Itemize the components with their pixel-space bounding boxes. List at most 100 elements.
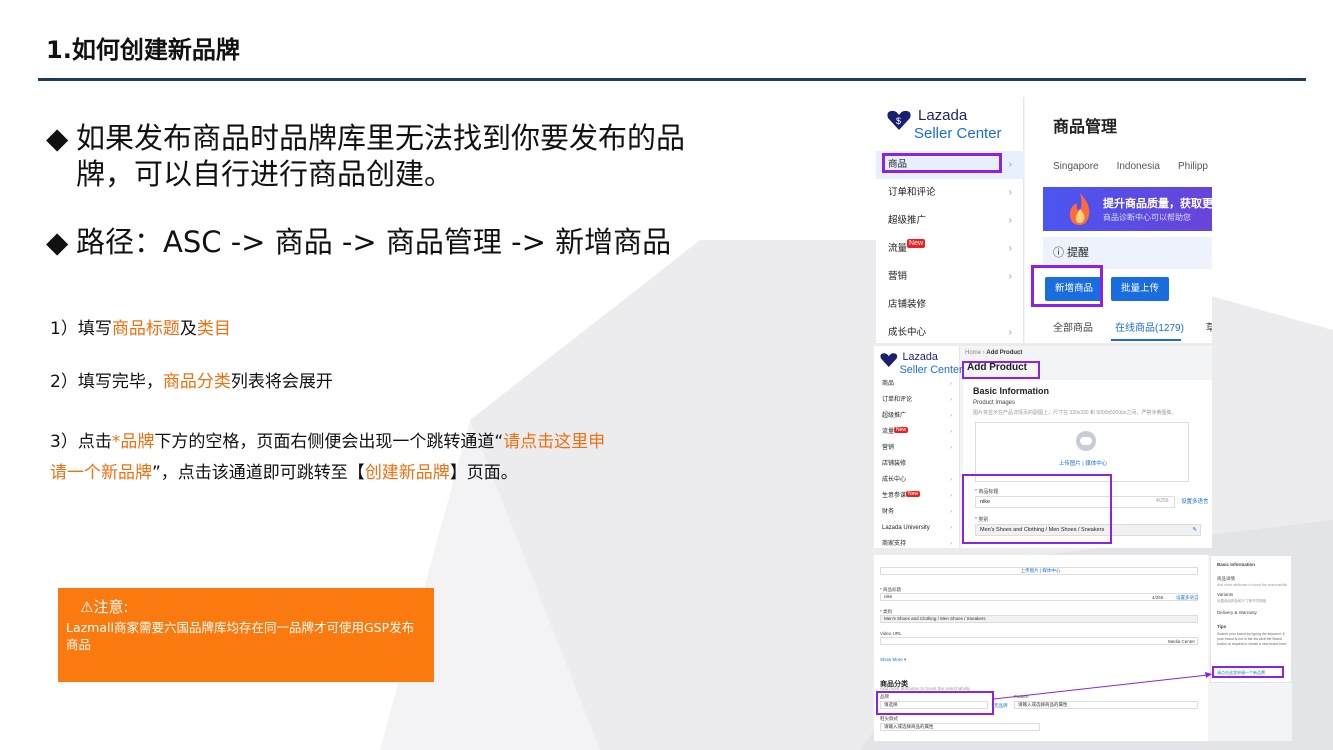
sidebar-item[interactable]: 生意参谋 New › [874, 488, 960, 504]
sidebar: $ Lazada Seller Center 商品 › 订单和评论 › 超级推广 › … [876, 97, 1024, 343]
diamond-bullet-icon: ◆ [46, 225, 69, 259]
sidebar-item-label: 超级推广 [888, 215, 927, 226]
sidebar-item-growth[interactable]: 成长中心 › [876, 319, 1024, 343]
screenshot-product-management: $ Lazada Seller Center 商品 › 订单和评论 › 超级推广 › … [876, 97, 1212, 343]
tab-singapore[interactable]: Singapore [1053, 161, 1099, 172]
sidebar-item[interactable]: 商家支持 › [874, 536, 960, 548]
highlight-box-add-product [1031, 265, 1103, 307]
sidebar-item-traffic[interactable]: 流量 New › [876, 235, 1024, 263]
lazada-heart-icon [880, 353, 898, 367]
image-upload-area[interactable]: 上传图片 | 媒体中心 [975, 422, 1189, 482]
sidebar-item[interactable]: 订单和评论 › [874, 392, 960, 408]
bullet1-line1: 如果发布商品时品牌库里无法找到你要发布的品 [76, 121, 686, 155]
chevron-right-icon: › [950, 445, 952, 451]
screenshot-product-category: 上传图片 | 媒体中心 * 商品标题 nike 4/255 设置多语言 * 类别… [874, 555, 1292, 741]
step-3: 3）点击*品牌下方的空格，页面右侧便会出现一个跳转通道“请点击这里申请一个新品牌… [50, 427, 610, 489]
sidebar: Lazada Seller Center 商品 › 订单和评论 › 超级推广 › 流量… [874, 346, 963, 548]
sidebar-item-marketing[interactable]: 营销 › [876, 263, 1024, 291]
tab-philippines[interactable]: Philipp [1178, 161, 1208, 172]
sidebar-item-label: 订单和评论 [888, 187, 936, 198]
step-1: 1）填写商品标题及类目 [50, 316, 231, 342]
sidebar-item[interactable]: 成长中心 › [874, 472, 960, 488]
sidebar-item-label: 商家支持 [882, 541, 907, 547]
tab-drafts[interactable]: 草 [1206, 323, 1212, 334]
tab-all-products[interactable]: 全部商品 [1053, 323, 1093, 334]
product-tabs: 全部商品 在线商品(1279) 草 [1053, 319, 1212, 334]
chevron-right-icon: › [1008, 187, 1012, 198]
chevron-right-icon: › [950, 413, 952, 419]
sidebar-item[interactable]: 超级推广 › [874, 408, 960, 424]
edit-icon[interactable]: ✎ [1192, 525, 1197, 535]
sidebar-item[interactable]: Lazada University › [874, 520, 960, 536]
images-hint: 图片将显示在产品详情页的副图上，尺寸在 330x330 和 5000x5000p… [973, 410, 1177, 416]
chevron-right-icon: › [1008, 159, 1012, 170]
sidebar-item-label: 订单和评论 [882, 397, 913, 403]
bullet-brand-creation: ◆ 如果发布商品时品牌库里无法找到你要发布的品 牌，可以自行进行商品创建。 [46, 120, 806, 192]
step3-text-end: 】页面。 [449, 463, 518, 483]
step3-text-mid: 下方的空格，页面右侧便会出现一个跳转通道“ [154, 432, 504, 452]
note-title-text: 注意: [93, 598, 129, 616]
banner-title: 提升商品质量，获取更 [1103, 198, 1212, 210]
step1-highlight-title: 商品标题 [111, 319, 180, 339]
active-tab-indicator [1111, 339, 1181, 341]
sidebar-item-label: 成长中心 [888, 327, 927, 338]
quality-banner[interactable]: 提升商品质量，获取更 商品诊断中心可以帮助您 [1043, 187, 1212, 231]
bullet2-text: 路径：ASC -> 商品 -> 商品管理 -> 新增商品 [76, 225, 672, 259]
tab-indonesia[interactable]: Indonesia [1117, 161, 1160, 172]
sidebar-item[interactable]: 营销 › [874, 440, 960, 456]
sidebar-item[interactable]: 财务 › [874, 504, 960, 520]
chevron-right-icon: › [950, 397, 952, 403]
country-tabs: Singapore Indonesia Philipp [1053, 161, 1212, 172]
step1-text: 1）填写 [50, 319, 112, 339]
note-body: Lazmall商家需要六国品牌库均存在同一品牌才可使用GSP发布商品 [66, 620, 415, 652]
batch-upload-button[interactable]: 批量上传 [1111, 277, 1169, 301]
new-badge: New [894, 427, 909, 433]
logo-text-seller-center: Seller Center [899, 363, 963, 376]
banner-subtitle: 商品诊断中心可以帮助您 [1103, 213, 1191, 222]
sidebar-item-label: 商品 [882, 381, 895, 387]
sidebar-item-store-decoration[interactable]: 店铺装修 [876, 291, 1024, 319]
svg-text:$: $ [896, 116, 901, 126]
new-badge: New [907, 239, 926, 248]
step3-text-mid2: ”，点击该通道即可跳转至【 [152, 463, 365, 483]
highlight-box-goods [882, 153, 1002, 173]
title-divider [38, 78, 1306, 81]
sidebar-item[interactable]: 流量 New › [874, 424, 960, 440]
chevron-right-icon: › [950, 381, 952, 387]
note-box: ⚠注意: Lazmall商家需要六国品牌库均存在同一品牌才可使用GSP发布商品 [58, 588, 434, 682]
sidebar-item-label: 流量 [888, 243, 908, 254]
sidebar-menu: 商品 › 订单和评论 › 超级推广 › 流量 New › 营销 › 店铺装修 成长中心 › [876, 151, 1024, 343]
sidebar-item-orders[interactable]: 订单和评论 › [876, 179, 1024, 207]
step-2: 2）填写完毕，商品分类列表将会展开 [50, 369, 333, 395]
chevron-right-icon: › [982, 350, 985, 356]
cloud-upload-icon [1076, 431, 1096, 451]
chevron-right-icon: › [950, 541, 952, 547]
step2-highlight: 商品分类 [162, 372, 231, 392]
sidebar-item[interactable]: 商品 › [874, 376, 960, 392]
step3-highlight-page: 创建新品牌 [364, 463, 450, 483]
sidebar-item-label: 财务 [882, 509, 895, 515]
sidebar-item-label: 超级推广 [882, 413, 907, 419]
chevron-right-icon: › [950, 525, 952, 531]
breadcrumb-home[interactable]: Home [965, 350, 981, 356]
chevron-right-icon: › [950, 509, 952, 515]
char-count: 4/255 [1156, 498, 1169, 504]
highlight-box-form [962, 474, 1112, 544]
new-badge: New [906, 491, 921, 497]
chevron-right-icon: › [950, 493, 952, 499]
step3-text: 3）点击 [50, 432, 112, 452]
tab-online-products[interactable]: 在线商品(1279) [1115, 323, 1184, 334]
step1-highlight-category: 类目 [196, 319, 231, 339]
sidebar-item-label: 店铺装修 [882, 461, 907, 467]
breadcrumb-current: Add Product [986, 350, 1023, 356]
upload-link[interactable]: 上传图片 | 媒体中心 [976, 459, 1190, 467]
section-heading: Basic Information [973, 386, 1050, 396]
note-title: ⚠注意: [66, 596, 426, 617]
sidebar-item[interactable]: 店铺装修 [874, 456, 960, 472]
chevron-right-icon: › [1008, 271, 1012, 282]
bullet-path: ◆ 路径：ASC -> 商品 -> 商品管理 -> 新增商品 [46, 224, 806, 260]
multi-language-link[interactable]: 设置多语言 [1181, 497, 1209, 505]
sidebar-item-promotion[interactable]: 超级推广 › [876, 207, 1024, 235]
bullet1-line2: 牌，可以自行进行商品创建。 [76, 157, 454, 191]
logo-text-lazada: Lazada [918, 107, 968, 124]
